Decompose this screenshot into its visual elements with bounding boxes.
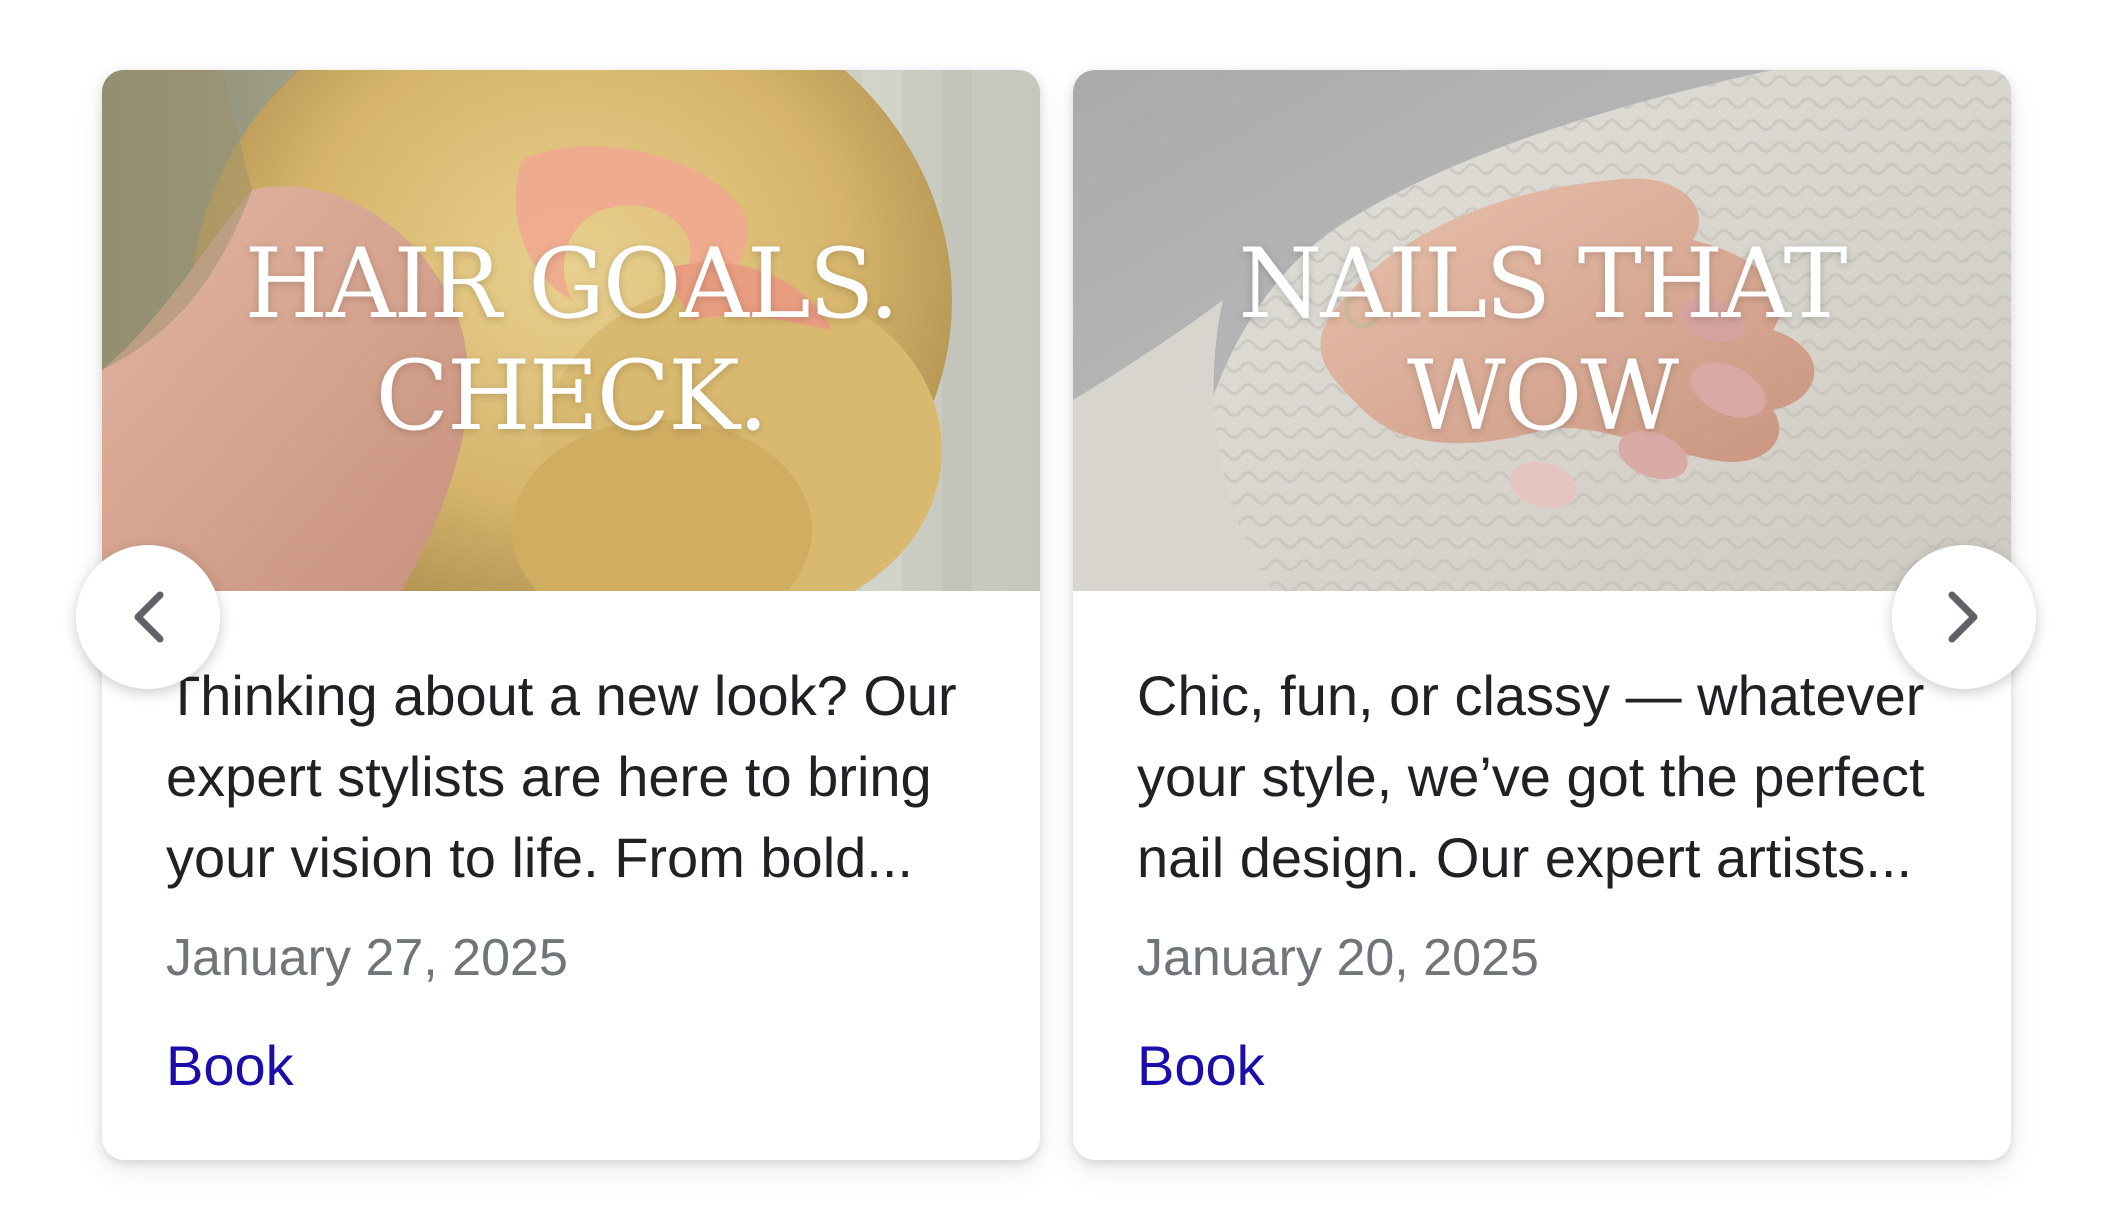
post-title-nails: NAILS THAT WOW — [1073, 228, 2011, 452]
post-title-line-2: WOW — [1406, 340, 1679, 452]
post-title-line-1: HAIR GOALS. — [244, 228, 899, 340]
chevron-left-icon — [134, 591, 164, 643]
post-body-nails: Chic, fun, or classy — whatever your sty… — [1137, 655, 1955, 1098]
book-button[interactable]: Book — [166, 1034, 294, 1098]
post-card-hair[interactable]: HAIR GOALS. CHECK. Thinking about a new … — [102, 70, 1040, 1160]
post-description: Chic, fun, or classy — whatever your sty… — [1137, 664, 1925, 889]
chevron-right-icon — [1948, 591, 1978, 643]
post-carousel: HAIR GOALS. CHECK. Thinking about a new … — [0, 0, 2104, 1210]
post-image-hair: HAIR GOALS. CHECK. — [102, 70, 1040, 591]
post-card-nails[interactable]: NAILS THAT WOW Chic, fun, or classy — wh… — [1073, 70, 2011, 1160]
post-image-nails: NAILS THAT WOW — [1073, 70, 2011, 591]
book-button[interactable]: Book — [1137, 1034, 1265, 1098]
post-date: January 27, 2025 — [166, 929, 568, 987]
post-body-hair: Thinking about a new look? Our expert st… — [166, 655, 984, 1098]
post-title-line-1: NAILS THAT — [1238, 228, 1847, 340]
carousel-next-button[interactable] — [1892, 545, 2036, 689]
post-title-line-2: CHECK. — [375, 340, 769, 452]
carousel-prev-button[interactable] — [76, 545, 220, 689]
post-date: January 20, 2025 — [1137, 929, 1539, 987]
post-description: Thinking about a new look? Our expert st… — [166, 664, 957, 889]
post-title-hair: HAIR GOALS. CHECK. — [102, 228, 1040, 452]
